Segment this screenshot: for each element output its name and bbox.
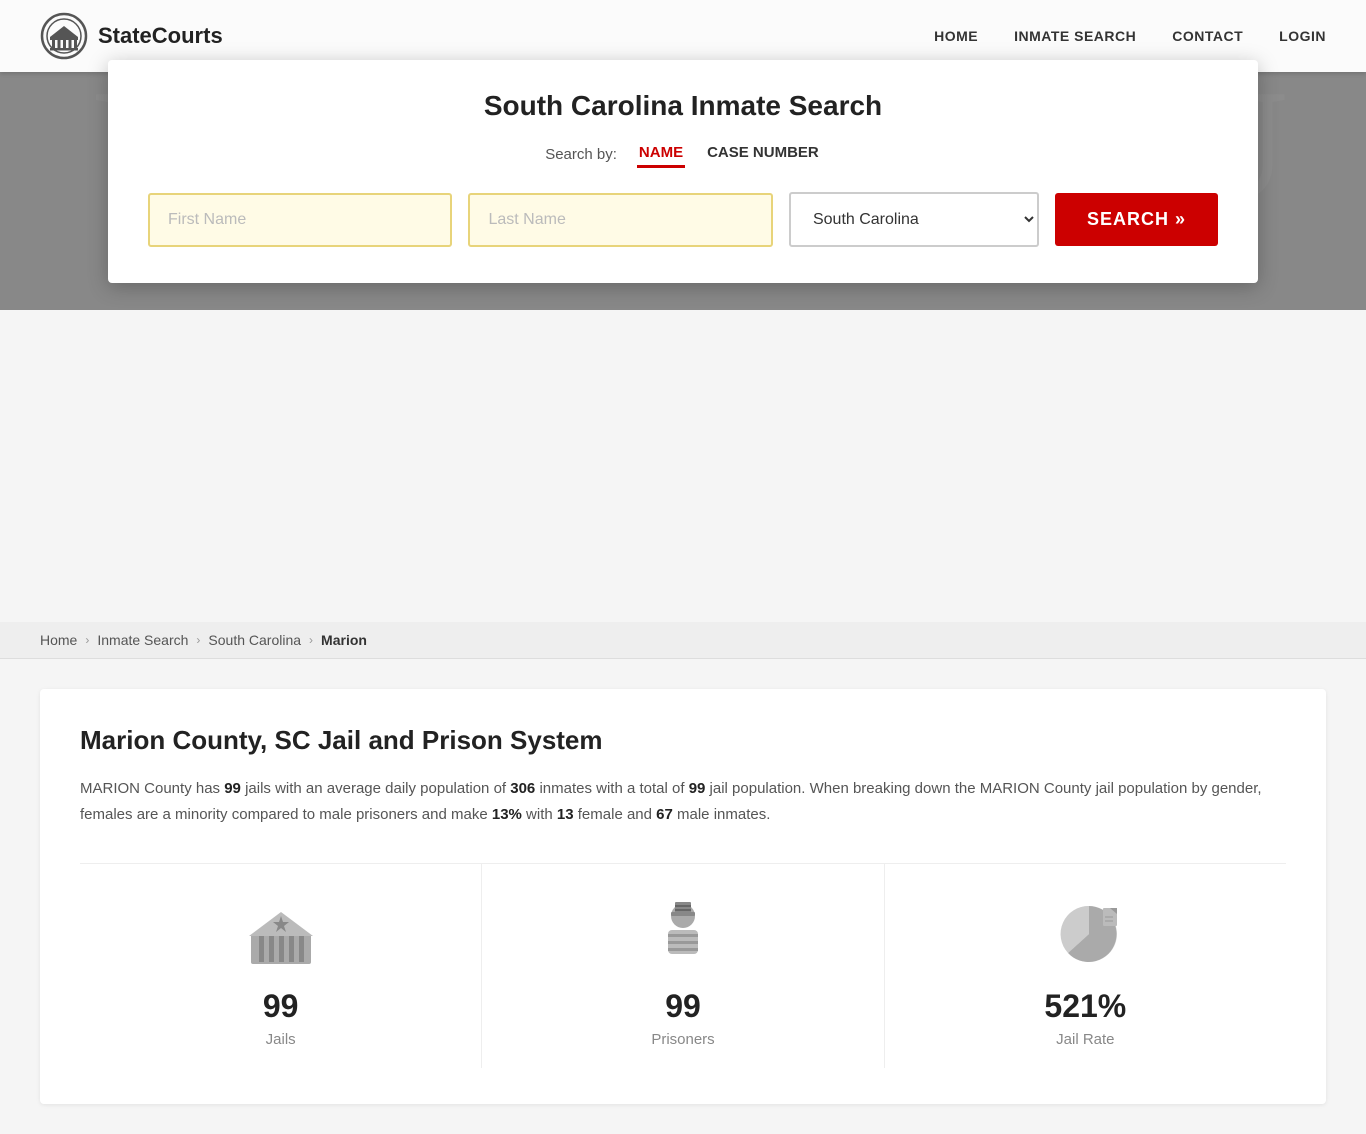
stat-item-jails: 99 Jails [80, 864, 482, 1068]
tab-name[interactable]: NAME [637, 140, 685, 168]
breadcrumb-home[interactable]: Home [40, 632, 77, 648]
content-description: MARION County has 99 jails with an avera… [80, 776, 1286, 827]
stat-label-jail-rate: Jail Rate [1056, 1031, 1114, 1048]
search-button[interactable]: SEARCH » [1055, 193, 1218, 246]
prisoner-icon [643, 894, 723, 974]
header: C O U R T H O U S E StateCourts HOME INM… [0, 0, 1366, 310]
first-name-input[interactable] [148, 193, 452, 247]
breadcrumb-inmate-search[interactable]: Inmate Search [97, 632, 188, 648]
search-title: South Carolina Inmate Search [148, 90, 1218, 122]
content-card: Marion County, SC Jail and Prison System… [40, 689, 1326, 1104]
state-select[interactable]: AlabamaAlaskaArizonaArkansasCaliforniaCo… [789, 192, 1039, 247]
breadcrumb-sep-2: › [196, 633, 200, 647]
stat-label-prisoners: Prisoners [651, 1031, 714, 1048]
stat-number-jail-rate: 521% [1044, 988, 1126, 1025]
stats-row: 99 Jails 99 Prisoners 521% Jail Rate [80, 863, 1286, 1068]
stat-item-prisoners: 99 Prisoners [482, 864, 884, 1068]
search-by-row: Search by: NAME CASE NUMBER [148, 140, 1218, 168]
last-name-input[interactable] [468, 193, 772, 247]
search-inputs-row: AlabamaAlaskaArizonaArkansasCaliforniaCo… [148, 192, 1218, 247]
logo-icon [40, 12, 88, 60]
logo-text: StateCourts [98, 23, 223, 49]
nav-links: HOME INMATE SEARCH CONTACT LOGIN [934, 28, 1326, 44]
search-card-wrapper: South Carolina Inmate Search Search by: … [108, 60, 1258, 283]
breadcrumb-current: Marion [321, 632, 367, 648]
nav-login[interactable]: LOGIN [1279, 28, 1326, 44]
stat-item-jail-rate: 521% Jail Rate [885, 864, 1286, 1068]
content-title: Marion County, SC Jail and Prison System [80, 725, 1286, 756]
nav-inmate-search[interactable]: INMATE SEARCH [1014, 28, 1136, 44]
chart-icon [1045, 894, 1125, 974]
stat-number-jails: 99 [263, 988, 299, 1025]
breadcrumb: Home › Inmate Search › South Carolina › … [0, 622, 1366, 659]
main-content: Marion County, SC Jail and Prison System… [0, 659, 1366, 1134]
logo[interactable]: StateCourts [40, 12, 223, 60]
tab-case-number[interactable]: CASE NUMBER [705, 140, 821, 168]
stat-label-jails: Jails [266, 1031, 296, 1048]
breadcrumb-sep-3: › [309, 633, 313, 647]
stat-number-prisoners: 99 [665, 988, 701, 1025]
nav-contact[interactable]: CONTACT [1172, 28, 1243, 44]
breadcrumb-sep-1: › [85, 633, 89, 647]
nav-home[interactable]: HOME [934, 28, 978, 44]
breadcrumb-state[interactable]: South Carolina [208, 632, 301, 648]
search-card: South Carolina Inmate Search Search by: … [108, 60, 1258, 283]
search-by-label: Search by: [545, 146, 617, 163]
jail-icon [241, 894, 321, 974]
